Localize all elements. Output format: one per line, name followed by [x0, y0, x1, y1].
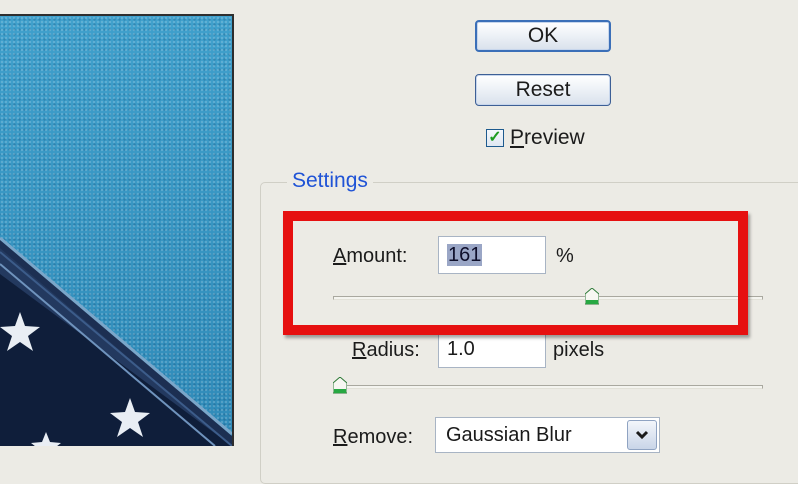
radius-slider-thumb[interactable] [333, 377, 347, 394]
remove-value: Gaussian Blur [446, 424, 572, 446]
chevron-down-icon[interactable] [627, 420, 657, 450]
radius-label: Radius: [352, 339, 420, 361]
reset-button[interactable]: Reset [475, 74, 611, 106]
amount-slider-track[interactable] [333, 296, 763, 300]
filter-preview-image[interactable] [0, 14, 234, 446]
preview-checkbox[interactable]: ✓ Preview [486, 124, 585, 152]
radius-input[interactable]: 1.0 [438, 330, 546, 368]
radius-unit: pixels [553, 339, 605, 361]
radius-slider-track[interactable] [333, 385, 763, 389]
remove-label: Remove: [333, 426, 414, 448]
settings-title: Settings [287, 169, 373, 193]
amount-slider-thumb[interactable] [585, 288, 599, 305]
ok-button[interactable]: OK [475, 20, 611, 52]
amount-unit: % [556, 245, 574, 267]
preview-label: Preview [510, 126, 585, 149]
amount-input[interactable]: 161 [438, 236, 546, 274]
remove-dropdown[interactable]: Gaussian Blur [435, 417, 660, 453]
amount-label: Amount: [333, 245, 408, 267]
flag-image [0, 236, 232, 446]
checkmark-icon[interactable]: ✓ [486, 129, 504, 147]
